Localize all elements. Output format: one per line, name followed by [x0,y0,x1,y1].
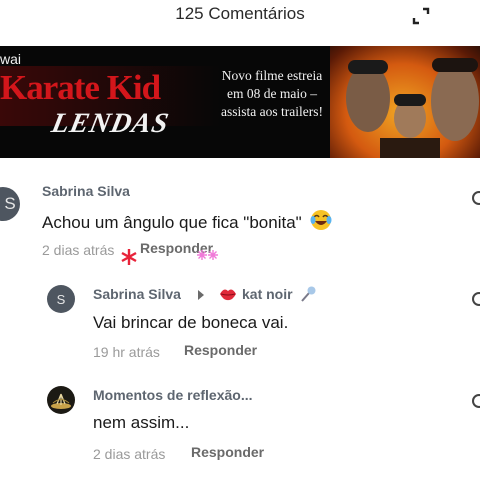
comment-text: Vai brincar de boneca vai. [93,313,289,332]
comment-time: 19 hr atrás [93,344,160,360]
comment-text-line: Achou um ângulo que fica "bonita" [42,209,332,233]
promo-text: Novo filme estreia em 08 de maio – assis… [221,68,323,119]
red-asterisk-sticker [121,249,137,265]
reply-to-user[interactable]: kat noir [242,286,293,302]
avatar[interactable]: S [0,187,20,221]
comment-text: nem assim... [93,413,190,432]
movie-title: Karate Kid [0,68,161,107]
laughing-tears-emoji [310,210,332,230]
avatar-letter: S [56,291,66,307]
comment-text: Achou um ângulo que fica "bonita" [42,213,302,232]
comments-header: 125 Comentários [0,0,480,40]
reply-button[interactable]: Responder [184,342,257,358]
comments-count-title: 125 Comentários [175,4,305,23]
more-options-icon[interactable] [470,291,480,307]
movie-ad-banner[interactable]: wai Karate Kid LENDAS Novo filme estreia… [0,46,480,158]
microphone-icon [301,286,316,302]
comment-author[interactable]: Sabrina Silva [93,286,181,302]
reply-arrow-icon [198,290,204,300]
expand-icon[interactable] [411,6,431,26]
comment-time: 2 dias atrás [42,242,115,258]
comment-time: 2 dias atrás [93,446,166,462]
more-options-icon[interactable] [470,190,480,206]
comment-author[interactable]: Momentos de reflexão... [93,387,252,403]
lips-icon [220,289,236,301]
avatar[interactable] [47,386,75,414]
avatar[interactable]: S [47,285,75,313]
more-options-icon[interactable] [470,393,480,409]
banner-brand: wai [0,51,22,67]
avatar-letter: S [4,194,16,213]
pink-sparkle-sticker [197,250,218,260]
movie-poster-art [346,58,479,158]
comment-author[interactable]: Sabrina Silva [42,183,130,199]
reply-button[interactable]: Responder [191,444,264,460]
movie-subtitle: LENDAS [48,108,172,139]
